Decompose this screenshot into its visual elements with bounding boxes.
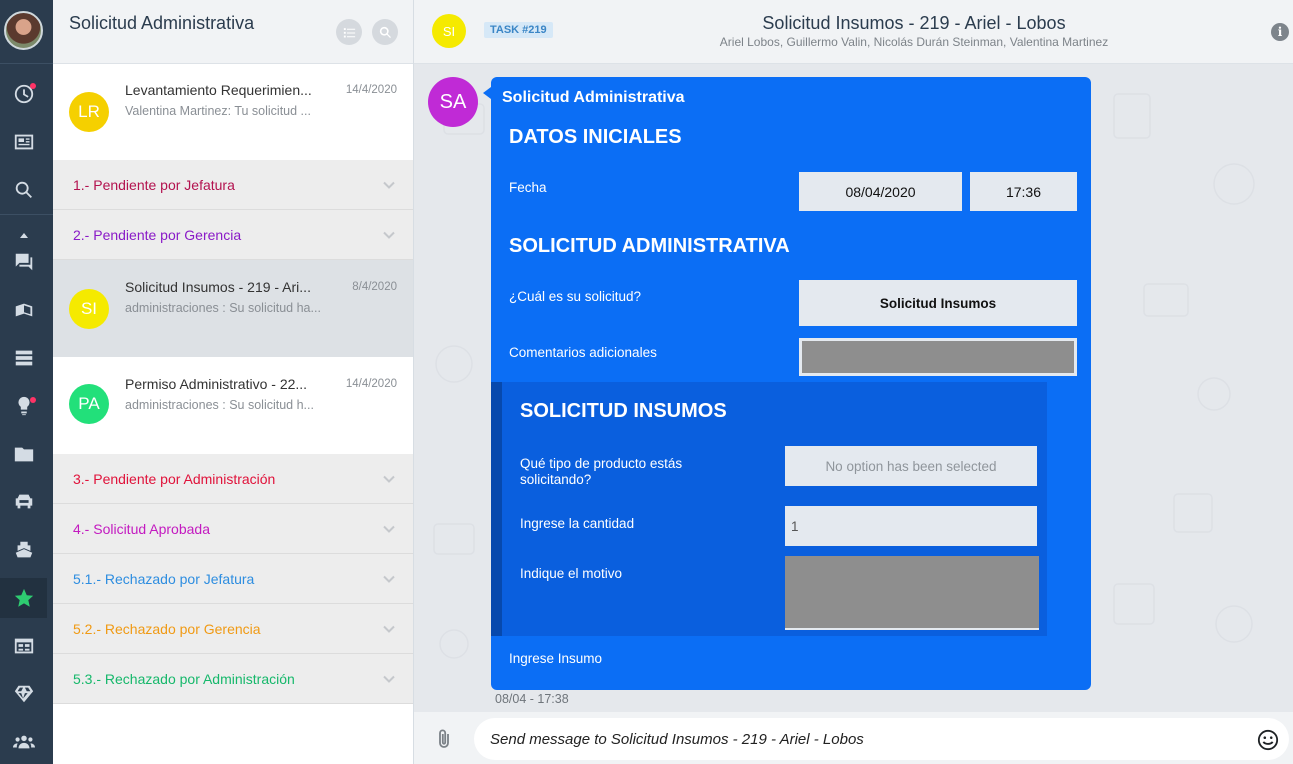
form-message-bubble: Solicitud Administrativa DATOS INICIALES…: [483, 77, 1091, 690]
conversation-title[interactable]: Solicitud Insumos - 219 - Ariel - Lobos: [614, 13, 1214, 34]
chat-avatar: LR: [69, 92, 109, 132]
message-composer: [414, 712, 1293, 764]
chat-bubbles-icon[interactable]: [0, 244, 47, 280]
star-icon[interactable]: [0, 578, 47, 618]
participants-list: Ariel Lobos, Guillermo Valin, Nicolás Du…: [719, 35, 1109, 49]
chevron-down-icon: [383, 672, 395, 684]
chat-snippet: administraciones : Su solicitud ha...: [125, 301, 321, 315]
chat-list-item[interactable]: PA Permiso Administrativo - 22... admini…: [53, 357, 413, 454]
group-row[interactable]: 4.- Solicitud Aprobada: [53, 504, 413, 554]
conversation-avatar[interactable]: SI: [432, 14, 466, 48]
history-icon[interactable]: [0, 74, 47, 114]
sidebar-title: Solicitud Administrativa: [69, 13, 255, 33]
group-label: 5.3.- Rechazado por Administración: [73, 671, 295, 687]
server-icon[interactable]: [0, 338, 47, 378]
group-label: 5.1.- Rechazado por Jefatura: [73, 571, 255, 587]
chat-name: Permiso Administrativo - 22...: [125, 376, 308, 392]
group-row[interactable]: 5.3.- Rechazado por Administración: [53, 654, 413, 704]
request-type-field[interactable]: Solicitud Insumos: [799, 280, 1077, 326]
field-label: ¿Cuál es su solicitud?: [509, 289, 642, 304]
product-type-select[interactable]: No option has been selected: [785, 446, 1037, 486]
group-label: 1.- Pendiente por Jefatura: [73, 177, 235, 193]
chat-date: 14/4/2020: [345, 84, 397, 96]
field-label: Ingrese la cantidad: [520, 516, 635, 531]
lightbulb-icon[interactable]: [0, 386, 47, 426]
chevron-down-icon: [383, 472, 395, 484]
sidebar-header: Solicitud Administrativa: [53, 0, 413, 64]
conversation-sidebar: Solicitud Administrativa LR Levantamient…: [53, 0, 414, 764]
chevron-down-icon: [383, 178, 395, 190]
chat-avatar: PA: [69, 384, 109, 424]
comments-field[interactable]: [799, 338, 1077, 376]
date-field[interactable]: 08/04/2020: [799, 172, 962, 211]
message-sender: Solicitud Administrativa: [502, 89, 685, 106]
car-icon[interactable]: [0, 482, 47, 522]
collapse-up-icon[interactable]: [0, 226, 47, 246]
chat-avatar: SI: [69, 289, 109, 329]
search-icon: [379, 26, 391, 38]
field-label: Ingrese Insumo: [509, 651, 603, 666]
group-label: 5.2.- Rechazado por Gerencia: [73, 621, 261, 637]
group-row[interactable]: 3.- Pendiente por Administración: [53, 454, 413, 504]
message-timestamp: 08/04 - 17:38: [495, 692, 569, 706]
emoji-icon[interactable]: [1257, 729, 1279, 751]
field-label: Qué tipo de producto estás solicitando?: [520, 456, 683, 487]
chat-snippet: Valentina Martinez: Tu solicitud ...: [125, 104, 311, 118]
info-icon[interactable]: i: [1271, 23, 1289, 41]
field-label: Indique el motivo: [520, 566, 623, 581]
chat-date: 8/4/2020: [352, 281, 397, 293]
group-label: 3.- Pendiente por Administración: [73, 471, 276, 487]
notification-dot: [30, 83, 36, 89]
rail-divider: [0, 214, 53, 215]
ship-icon[interactable]: [0, 530, 47, 570]
group-row[interactable]: 1.- Pendiente por Jefatura: [53, 160, 413, 210]
nested-form-section: SOLICITUD INSUMOS Qué tipo de producto e…: [491, 382, 1047, 636]
message-input[interactable]: [474, 718, 1289, 760]
chat-date: 14/4/2020: [345, 378, 397, 390]
field-label: Fecha: [509, 180, 547, 195]
chat-snippet: administraciones : Su solicitud h...: [125, 398, 314, 412]
group-row[interactable]: 5.1.- Rechazado por Jefatura: [53, 554, 413, 604]
sidebar-search-button[interactable]: [372, 19, 398, 45]
chat-name: Levantamiento Requerimien...: [125, 82, 312, 98]
section-heading: DATOS INICIALES: [509, 126, 682, 148]
left-rail: [0, 0, 53, 764]
folder-icon[interactable]: [0, 434, 47, 474]
quantity-field[interactable]: 1: [785, 506, 1037, 546]
section-heading: SOLICITUD ADMINISTRATIVA: [509, 235, 790, 257]
reason-field[interactable]: [785, 556, 1039, 630]
chat-name: Solicitud Insumos - 219 - Ari...: [125, 279, 311, 295]
group-label: 4.- Solicitud Aprobada: [73, 521, 210, 537]
user-avatar[interactable]: [4, 11, 43, 50]
chevron-down-icon: [383, 522, 395, 534]
team-icon[interactable]: [0, 722, 47, 762]
search-icon[interactable]: [0, 170, 47, 210]
group-label: 2.- Pendiente por Gerencia: [73, 227, 242, 243]
group-row[interactable]: 2.- Pendiente por Gerencia: [53, 210, 413, 260]
group-row[interactable]: 5.2.- Rechazado por Gerencia: [53, 604, 413, 654]
task-badge: TASK #219: [484, 22, 553, 38]
paperclip-icon[interactable]: [434, 728, 454, 750]
sender-avatar: SA: [428, 77, 478, 127]
filter-list-button[interactable]: [336, 19, 362, 45]
section-heading: SOLICITUD INSUMOS: [520, 400, 727, 422]
chevron-down-icon: [383, 228, 395, 240]
conversation-header: SI TASK #219 Solicitud Insumos - 219 - A…: [414, 0, 1293, 64]
time-field[interactable]: 17:36: [970, 172, 1077, 211]
notification-dot: [30, 397, 36, 403]
calendar-grid-icon[interactable]: [0, 626, 47, 666]
chevron-down-icon: [383, 572, 395, 584]
diamond-icon[interactable]: [0, 674, 47, 714]
conversation-pane: SI TASK #219 Solicitud Insumos - 219 - A…: [414, 0, 1293, 764]
contact-card-icon[interactable]: [0, 122, 47, 162]
checklist-icon: [343, 27, 355, 37]
chevron-down-icon: [383, 622, 395, 634]
chat-list-item-selected[interactable]: SI Solicitud Insumos - 219 - Ari... admi…: [53, 260, 413, 357]
chat-list-item[interactable]: LR Levantamiento Requerimien... Valentin…: [53, 64, 413, 160]
book-icon[interactable]: [0, 290, 47, 330]
rail-divider: [0, 63, 53, 64]
field-label: Comentarios adicionales: [509, 345, 657, 360]
redacted-block: [802, 341, 1074, 373]
